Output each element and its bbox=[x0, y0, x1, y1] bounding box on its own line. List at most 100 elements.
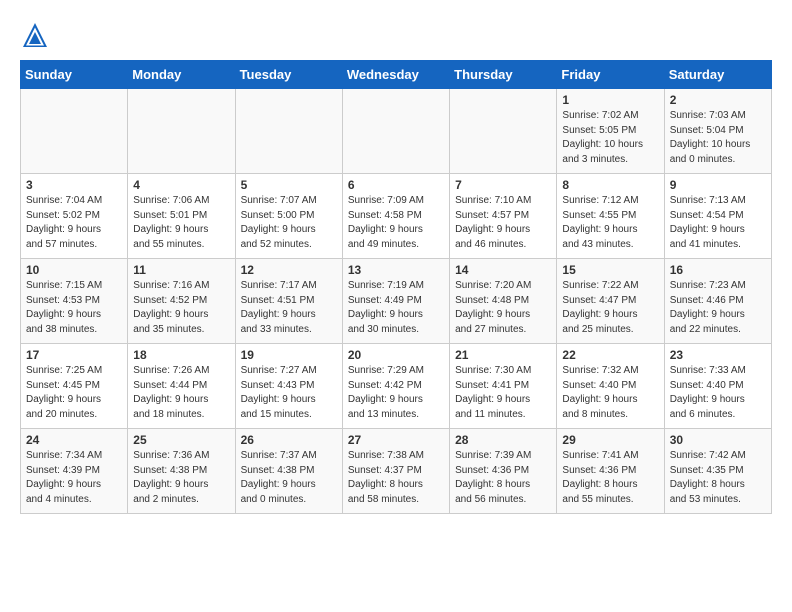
day-number: 6 bbox=[348, 178, 444, 192]
day-info: Sunrise: 7:20 AM Sunset: 4:48 PM Dayligh… bbox=[455, 279, 551, 337]
calendar-cell: 15 Sunrise: 7:22 AM Sunset: 4:47 PM Dayli… bbox=[557, 259, 664, 344]
day-number: 30 bbox=[670, 433, 766, 447]
day-info: Sunrise: 7:19 AM Sunset: 4:49 PM Dayligh… bbox=[348, 279, 444, 337]
day-number: 2 bbox=[670, 93, 766, 107]
day-number: 10 bbox=[26, 263, 122, 277]
calendar-cell: 1 Sunrise: 7:02 AM Sunset: 5:05 PM Daylig… bbox=[557, 89, 664, 174]
day-number: 12 bbox=[241, 263, 337, 277]
day-header-wednesday: Wednesday bbox=[342, 61, 449, 89]
calendar-cell: 19 Sunrise: 7:27 AM Sunset: 4:43 PM Dayli… bbox=[235, 344, 342, 429]
calendar-cell: 3 Sunrise: 7:04 AM Sunset: 5:02 PM Daylig… bbox=[21, 174, 128, 259]
calendar-cell: 14Sunrise: 7:20 AM Sunset: 4:48 PM Dayli… bbox=[450, 259, 557, 344]
day-info: Sunrise: 7:27 AM Sunset: 4:43 PM Dayligh… bbox=[241, 364, 337, 422]
day-number: 29 bbox=[562, 433, 658, 447]
day-number: 24 bbox=[26, 433, 122, 447]
day-info: Sunrise: 7:07 AM Sunset: 5:00 PM Dayligh… bbox=[241, 194, 337, 252]
calendar-cell: 23 Sunrise: 7:33 AM Sunset: 4:40 PM Dayli… bbox=[664, 344, 771, 429]
day-info: Sunrise: 7:33 AM Sunset: 4:40 PM Dayligh… bbox=[670, 364, 766, 422]
day-info: Sunrise: 7:22 AM Sunset: 4:47 PM Dayligh… bbox=[562, 279, 658, 337]
calendar-cell bbox=[235, 89, 342, 174]
day-header-thursday: Thursday bbox=[450, 61, 557, 89]
day-number: 18 bbox=[133, 348, 229, 362]
day-number: 9 bbox=[670, 178, 766, 192]
logo bbox=[20, 20, 54, 50]
day-number: 1 bbox=[562, 93, 658, 107]
day-number: 27 bbox=[348, 433, 444, 447]
day-info: Sunrise: 7:41 AM Sunset: 4:36 PM Dayligh… bbox=[562, 449, 658, 507]
calendar-cell: 26 Sunrise: 7:37 AM Sunset: 4:38 PM Dayli… bbox=[235, 429, 342, 514]
week-row-2: 3 Sunrise: 7:04 AM Sunset: 5:02 PM Daylig… bbox=[21, 174, 772, 259]
day-info: Sunrise: 7:34 AM Sunset: 4:39 PM Dayligh… bbox=[26, 449, 122, 507]
day-number: 11 bbox=[133, 263, 229, 277]
day-info: Sunrise: 7:30 AM Sunset: 4:41 PM Dayligh… bbox=[455, 364, 551, 422]
calendar-cell: 6 Sunrise: 7:09 AM Sunset: 4:58 PM Daylig… bbox=[342, 174, 449, 259]
day-info: Sunrise: 7:23 AM Sunset: 4:46 PM Dayligh… bbox=[670, 279, 766, 337]
day-number: 22 bbox=[562, 348, 658, 362]
day-number: 4 bbox=[133, 178, 229, 192]
day-info: Sunrise: 7:16 AM Sunset: 4:52 PM Dayligh… bbox=[133, 279, 229, 337]
day-number: 13 bbox=[348, 263, 444, 277]
calendar-cell: 5Sunrise: 7:07 AM Sunset: 5:00 PM Daylig… bbox=[235, 174, 342, 259]
day-header-saturday: Saturday bbox=[664, 61, 771, 89]
calendar-cell: 16 Sunrise: 7:23 AM Sunset: 4:46 PM Dayli… bbox=[664, 259, 771, 344]
day-info: Sunrise: 7:37 AM Sunset: 4:38 PM Dayligh… bbox=[241, 449, 337, 507]
calendar-cell bbox=[342, 89, 449, 174]
week-row-4: 17 Sunrise: 7:25 AM Sunset: 4:45 PM Dayli… bbox=[21, 344, 772, 429]
day-info: Sunrise: 7:02 AM Sunset: 5:05 PM Dayligh… bbox=[562, 109, 658, 167]
calendar-cell: 11 Sunrise: 7:16 AM Sunset: 4:52 PM Dayli… bbox=[128, 259, 235, 344]
calendar-cell: 13 Sunrise: 7:19 AM Sunset: 4:49 PM Dayli… bbox=[342, 259, 449, 344]
day-info: Sunrise: 7:42 AM Sunset: 4:35 PM Dayligh… bbox=[670, 449, 766, 507]
calendar-cell: 20 Sunrise: 7:29 AM Sunset: 4:42 PM Dayli… bbox=[342, 344, 449, 429]
calendar-table: SundayMondayTuesdayWednesdayThursdayFrid… bbox=[20, 60, 772, 514]
week-row-5: 24 Sunrise: 7:34 AM Sunset: 4:39 PM Dayli… bbox=[21, 429, 772, 514]
day-info: Sunrise: 7:29 AM Sunset: 4:42 PM Dayligh… bbox=[348, 364, 444, 422]
day-info: Sunrise: 7:36 AM Sunset: 4:38 PM Dayligh… bbox=[133, 449, 229, 507]
day-info: Sunrise: 7:04 AM Sunset: 5:02 PM Dayligh… bbox=[26, 194, 122, 252]
calendar-cell: 25 Sunrise: 7:36 AM Sunset: 4:38 PM Dayli… bbox=[128, 429, 235, 514]
day-number: 26 bbox=[241, 433, 337, 447]
day-info: Sunrise: 7:10 AM Sunset: 4:57 PM Dayligh… bbox=[455, 194, 551, 252]
day-number: 19 bbox=[241, 348, 337, 362]
day-number: 25 bbox=[133, 433, 229, 447]
day-number: 20 bbox=[348, 348, 444, 362]
week-row-3: 10Sunrise: 7:15 AM Sunset: 4:53 PM Dayli… bbox=[21, 259, 772, 344]
calendar-cell: 28 Sunrise: 7:39 AM Sunset: 4:36 PM Dayli… bbox=[450, 429, 557, 514]
day-header-friday: Friday bbox=[557, 61, 664, 89]
week-row-1: 1 Sunrise: 7:02 AM Sunset: 5:05 PM Daylig… bbox=[21, 89, 772, 174]
day-header-sunday: Sunday bbox=[21, 61, 128, 89]
day-number: 3 bbox=[26, 178, 122, 192]
day-info: Sunrise: 7:38 AM Sunset: 4:37 PM Dayligh… bbox=[348, 449, 444, 507]
calendar-cell: 22 Sunrise: 7:32 AM Sunset: 4:40 PM Dayli… bbox=[557, 344, 664, 429]
page-header bbox=[20, 20, 772, 50]
day-number: 17 bbox=[26, 348, 122, 362]
calendar-cell bbox=[21, 89, 128, 174]
calendar-cell bbox=[128, 89, 235, 174]
day-number: 8 bbox=[562, 178, 658, 192]
day-info: Sunrise: 7:26 AM Sunset: 4:44 PM Dayligh… bbox=[133, 364, 229, 422]
calendar-cell: 29 Sunrise: 7:41 AM Sunset: 4:36 PM Dayli… bbox=[557, 429, 664, 514]
day-info: Sunrise: 7:03 AM Sunset: 5:04 PM Dayligh… bbox=[670, 109, 766, 167]
calendar-cell bbox=[450, 89, 557, 174]
day-info: Sunrise: 7:39 AM Sunset: 4:36 PM Dayligh… bbox=[455, 449, 551, 507]
day-number: 16 bbox=[670, 263, 766, 277]
calendar-cell: 24 Sunrise: 7:34 AM Sunset: 4:39 PM Dayli… bbox=[21, 429, 128, 514]
calendar-cell: 2 Sunrise: 7:03 AM Sunset: 5:04 PM Daylig… bbox=[664, 89, 771, 174]
day-info: Sunrise: 7:25 AM Sunset: 4:45 PM Dayligh… bbox=[26, 364, 122, 422]
calendar-cell: 7 Sunrise: 7:10 AM Sunset: 4:57 PM Daylig… bbox=[450, 174, 557, 259]
day-number: 15 bbox=[562, 263, 658, 277]
day-info: Sunrise: 7:17 AM Sunset: 4:51 PM Dayligh… bbox=[241, 279, 337, 337]
calendar-cell: 12 Sunrise: 7:17 AM Sunset: 4:51 PM Dayli… bbox=[235, 259, 342, 344]
day-number: 23 bbox=[670, 348, 766, 362]
calendar-cell: 27 Sunrise: 7:38 AM Sunset: 4:37 PM Dayli… bbox=[342, 429, 449, 514]
day-info: Sunrise: 7:13 AM Sunset: 4:54 PM Dayligh… bbox=[670, 194, 766, 252]
day-header-monday: Monday bbox=[128, 61, 235, 89]
day-info: Sunrise: 7:06 AM Sunset: 5:01 PM Dayligh… bbox=[133, 194, 229, 252]
day-info: Sunrise: 7:32 AM Sunset: 4:40 PM Dayligh… bbox=[562, 364, 658, 422]
calendar-cell: 30 Sunrise: 7:42 AM Sunset: 4:35 PM Dayli… bbox=[664, 429, 771, 514]
day-info: Sunrise: 7:09 AM Sunset: 4:58 PM Dayligh… bbox=[348, 194, 444, 252]
calendar-cell: 8Sunrise: 7:12 AM Sunset: 4:55 PM Daylig… bbox=[557, 174, 664, 259]
day-number: 7 bbox=[455, 178, 551, 192]
day-number: 28 bbox=[455, 433, 551, 447]
calendar-header-row: SundayMondayTuesdayWednesdayThursdayFrid… bbox=[21, 61, 772, 89]
calendar-cell: 17 Sunrise: 7:25 AM Sunset: 4:45 PM Dayli… bbox=[21, 344, 128, 429]
